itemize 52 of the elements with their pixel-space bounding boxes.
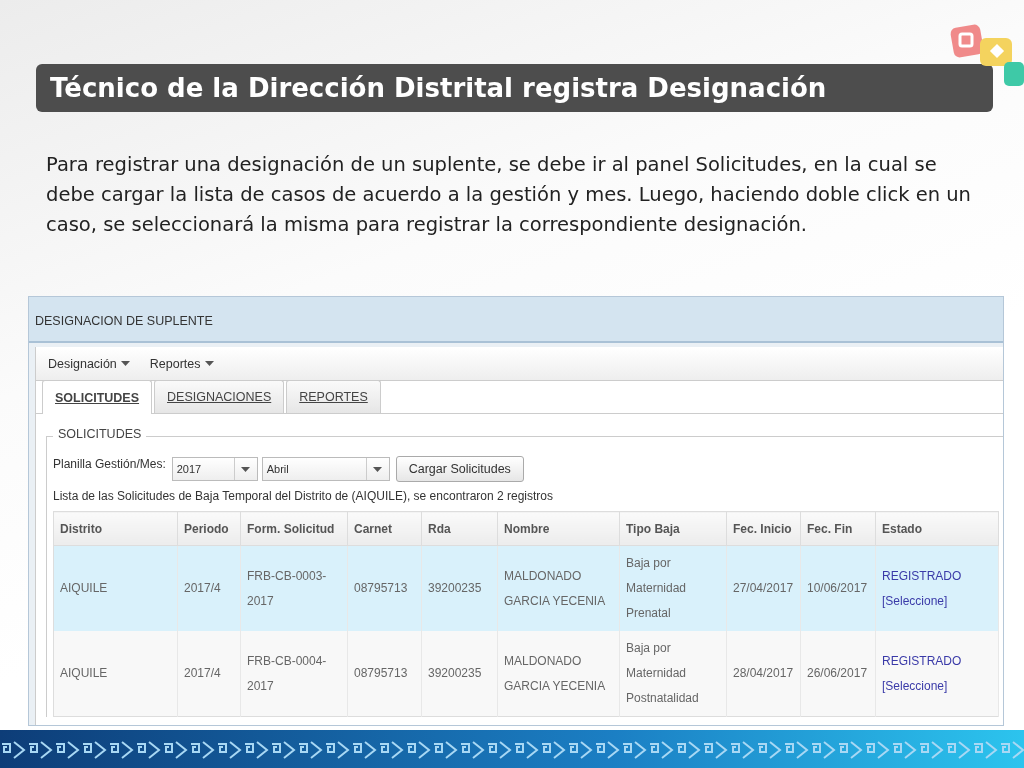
app-title: DESIGNACION DE SUPLENTE [29,297,1003,343]
table-cell: Baja por Maternidad Prenatal [619,545,727,631]
table-cell: 08795713 [347,631,422,717]
column-header: Distrito [53,511,178,546]
menu-item[interactable]: Designación [46,354,132,373]
table-cell: 39200235 [421,545,498,631]
column-header: Estado [875,511,999,546]
load-button[interactable]: Cargar Solicitudes [395,456,524,482]
table-cell: AIQUILE [53,631,178,717]
slide-paragraph: Para registrar una designación de un suplente, se debe ir al panel Solicitudes, en la cual se debe cargar la lista de casos de acuerdo a la gestión y mes. Luego, haciendo doble click en un caso, se seleccionará la misma para registrar la correspondiente designación. [46,152,972,238]
column-header: Form. Solicitud [240,511,348,546]
year-dropdown[interactable]: 2017 [171,457,258,481]
fieldset-legend: SOLICITUDES [53,427,147,441]
column-header: Nombre [497,511,620,546]
summary-text: Lista de las Solicitudes de Baja Temporal del Distrito de (AIQUILE), se encontraron 2 registros [53,489,555,503]
caret-icon [120,361,130,366]
month-dropdown[interactable]: Abril [261,457,390,481]
table-cell: MALDONADO GARCIA YECENIA [497,545,620,631]
caret-icon [373,466,383,472]
table-cell: FRB-CB-0003-2017 [240,545,348,631]
select-link[interactable]: [Seleccione] [882,678,948,693]
table-cell: 26/06/2017 [800,631,876,717]
column-header: Tipo Baja [619,511,727,546]
filter-label: Planilla Gestión/Mes: [53,457,166,471]
caret-icon [241,466,251,472]
table-cell: 10/06/2017 [800,545,876,631]
caret-icon [204,361,214,366]
slide-title: Técnico de la Dirección Distrital registra Designación [36,64,993,112]
table-cell: 08795713 [347,545,422,631]
column-header: Periodo [177,511,241,546]
column-header: Rda [421,511,498,546]
status-text: REGISTRADO [882,653,962,668]
table-cell: 39200235 [421,631,498,717]
table-cell: 28/04/2017 [726,631,801,717]
table-cell: FRB-CB-0004-2017 [240,631,348,717]
table-cell: 2017/4 [177,631,241,717]
table-cell: 2017/4 [177,545,241,631]
column-header: Carnet [347,511,422,546]
table-row[interactable]: AIQUILE 2017/4 FRB-CB-0004-2017 08795713 39200235 MALDONADO GARCIA YECENIA Baja por Maternidad Postnatalidad 28/04/2017 26/06/2017 REGISTRADO [Seleccione] [53,631,999,717]
table-cell: MALDONADO GARCIA YECENIA [497,631,620,717]
table-cell: Baja por Maternidad Postnatalidad [619,631,727,717]
column-header: Fec. Inicio [726,511,801,546]
tab[interactable]: REPORTES [286,380,381,413]
table-row[interactable]: AIQUILE 2017/4 FRB-CB-0003-2017 08795713 39200235 MALDONADO GARCIA YECENIA Baja por Maternidad Prenatal 27/04/2017 10/06/2017 REGISTRADO [Seleccione] [53,545,999,631]
menu-item[interactable]: Reportes [147,354,216,373]
select-link[interactable]: [Seleccione] [882,593,948,608]
tab[interactable]: DESIGNACIONES [154,380,285,413]
table-cell: 27/04/2017 [726,545,801,631]
table-cell: AIQUILE [53,545,178,631]
tab[interactable]: SOLICITUDES [42,380,153,414]
status-text: REGISTRADO [882,568,962,583]
column-header: Fec. Fin [800,511,876,546]
